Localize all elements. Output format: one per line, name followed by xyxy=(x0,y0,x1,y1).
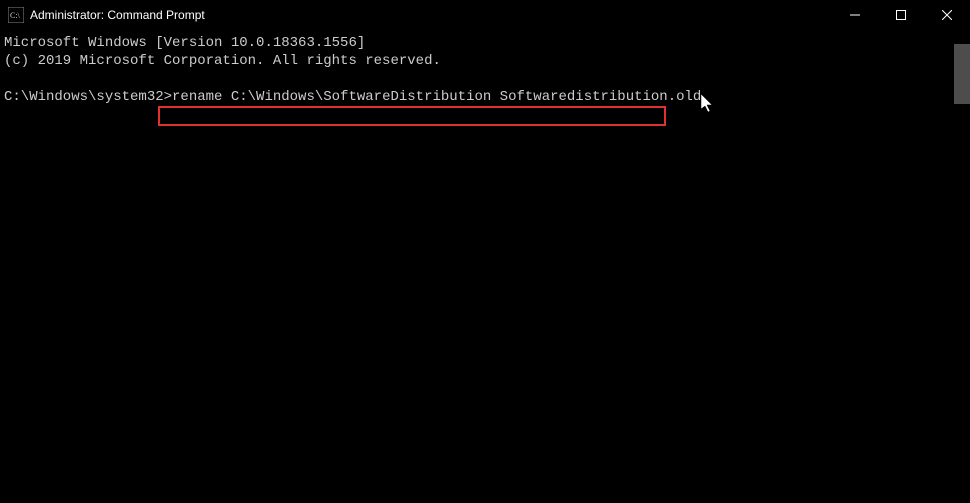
window-controls xyxy=(832,0,970,29)
svg-text:C:\: C:\ xyxy=(10,11,21,20)
scrollbar[interactable] xyxy=(954,30,970,503)
close-button[interactable] xyxy=(924,0,970,30)
terminal-body[interactable]: Microsoft Windows [Version 10.0.18363.15… xyxy=(0,30,970,503)
maximize-button[interactable] xyxy=(878,0,924,30)
command-input[interactable]: rename C:\Windows\SoftwareDistribution S… xyxy=(172,89,701,105)
prompt-text: C:\Windows\system32> xyxy=(4,89,172,105)
annotation-highlight-box xyxy=(158,106,666,126)
titlebar-left: C:\ Administrator: Command Prompt xyxy=(0,7,205,23)
version-line: Microsoft Windows [Version 10.0.18363.15… xyxy=(4,34,970,52)
minimize-button[interactable] xyxy=(832,0,878,30)
prompt-line: C:\Windows\system32>rename C:\Windows\So… xyxy=(4,88,970,106)
scrollbar-thumb[interactable] xyxy=(954,44,970,104)
app-icon: C:\ xyxy=(8,7,24,23)
titlebar: C:\ Administrator: Command Prompt xyxy=(0,0,970,30)
copyright-line: (c) 2019 Microsoft Corporation. All righ… xyxy=(4,52,970,70)
window-title: Administrator: Command Prompt xyxy=(30,8,205,22)
